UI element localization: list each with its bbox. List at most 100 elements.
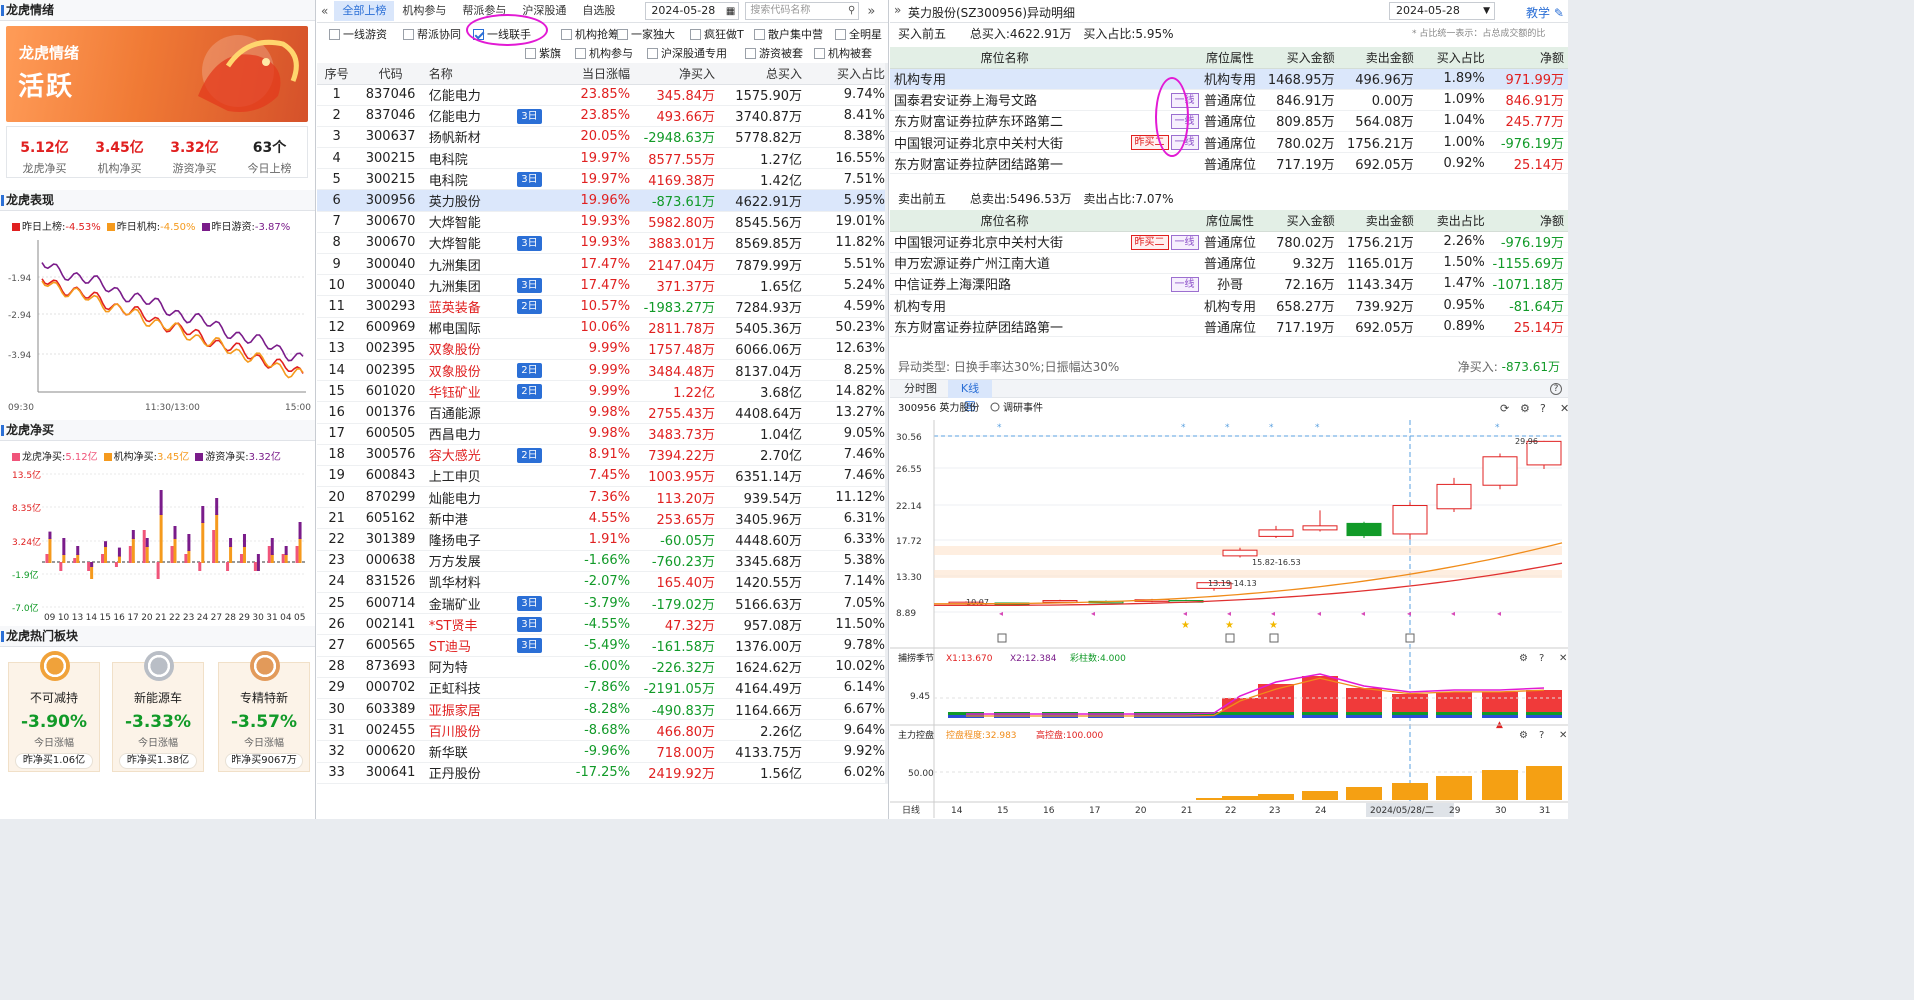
date-picker[interactable]: 2024-05-28 ▦ <box>645 2 740 20</box>
table-row[interactable]: 16 001376 百通能源 9.98% 2755.43万 4408.64万 13.27% <box>317 401 888 424</box>
expand-right-icon[interactable]: » <box>867 4 875 19</box>
table-row[interactable]: 2 837046 亿能电力 3日 23.85% 493.66万 3740.87万 8.41% <box>317 105 888 127</box>
checkbox-box[interactable] <box>525 47 536 59</box>
checkbox-box[interactable] <box>745 47 756 59</box>
filter-checkbox[interactable]: 沪深股通专用 <box>647 45 727 61</box>
expand-icon[interactable]: » <box>894 3 901 17</box>
filter-checkbox[interactable]: 帮派协同 <box>403 26 461 42</box>
filter-checkbox[interactable]: 机构参与 <box>575 45 633 61</box>
seat-row[interactable]: 国泰君安证券上海号文路 一线 普通席位 846.91万 0.00万 1.09% 846.91… <box>890 89 1568 111</box>
seat-row[interactable]: 中国银河证券北京中关村大街 昨买二 一线 普通席位 780.02万 1756.21万 2.2… <box>890 231 1568 253</box>
checkbox-box[interactable] <box>835 28 846 40</box>
osc-gear-icon[interactable]: ⚙ <box>1519 653 1528 664</box>
column-header[interactable]: 代码 <box>356 63 425 85</box>
checkbox-box[interactable] <box>329 28 340 40</box>
ctrl-close-icon[interactable]: ✕ <box>1559 730 1567 741</box>
table-row[interactable]: 8 300670 大烨智能 3日 19.93% 3883.01万 8569.85万 11.82… <box>317 232 888 255</box>
filter-checkbox[interactable]: 机构被套 <box>814 45 872 61</box>
checkbox-box[interactable] <box>403 28 414 40</box>
filter-checkbox[interactable]: 一家独大 <box>617 26 675 42</box>
table-row[interactable]: 4 300215 电科院 19.97% 8577.55万 1.27亿 16.55% <box>317 147 888 170</box>
ctrl-gear-icon[interactable]: ⚙ <box>1519 730 1528 741</box>
table-row[interactable]: 24 831526 凯华材料 -2.07% 165.40万 1420.55万 7.14% <box>317 571 888 594</box>
filter-checkbox[interactable]: 一线游资 <box>329 26 387 42</box>
table-row[interactable]: 11 300293 蓝英装备 2日 10.57% -1983.27万 7284.93万 4.5… <box>317 295 888 318</box>
filter-checkbox[interactable]: 全明星 <box>835 26 882 42</box>
ctrl-help-icon[interactable]: ? <box>1539 730 1544 741</box>
column-header[interactable]: 席位名称 <box>890 47 1120 69</box>
filter-checkbox[interactable]: 散户集中营 <box>754 26 823 42</box>
help-icon[interactable]: ? <box>1550 383 1562 395</box>
event-toggle-icon[interactable] <box>990 402 1000 412</box>
column-header[interactable] <box>1119 210 1199 232</box>
column-header[interactable]: 序号 <box>317 63 357 85</box>
table-row[interactable]: 5 300215 电科院 3日 19.97% 4169.38万 1.42亿 7.51% <box>317 168 888 191</box>
column-header[interactable]: 席位名称 <box>890 210 1120 232</box>
seat-row[interactable]: 机构专用 机构专用 658.27万 739.92万 0.95% -81.64万 <box>890 294 1568 317</box>
help-icon[interactable]: ? <box>1540 402 1546 415</box>
column-header[interactable]: 买入金额 <box>1261 210 1339 232</box>
checkbox-box[interactable] <box>575 47 586 59</box>
gear-icon[interactable]: ⚙ <box>1520 402 1530 415</box>
table-row[interactable]: 7 300670 大烨智能 19.93% 5982.80万 8545.56万 19.01% <box>317 211 888 233</box>
checkbox-box[interactable] <box>690 28 701 40</box>
table-scrollbar[interactable] <box>885 63 888 783</box>
tab-timeshare[interactable]: 分时图 <box>896 380 945 398</box>
osc-close-icon[interactable]: ✕ <box>1559 653 1567 664</box>
filter-checkbox[interactable]: 游资被套 <box>745 45 803 61</box>
column-header[interactable]: 名称 <box>424 63 508 85</box>
table-row[interactable]: 1 837046 亿能电力 23.85% 345.84万 1575.90万 9.74% <box>317 84 888 106</box>
checkbox-box[interactable] <box>617 28 628 40</box>
column-header[interactable]: 净额 <box>1488 47 1568 69</box>
filter-checkbox[interactable]: 紫旗 <box>525 45 561 61</box>
table-row[interactable]: 14 002395 双象股份 2日 9.99% 3484.48万 8137.04万 8.25% <box>317 359 888 382</box>
seat-row[interactable]: 东方财富证券拉萨东环路第二 一线 普通席位 809.85万 564.08万 1.04% 24… <box>890 110 1568 133</box>
table-row[interactable]: 22 301389 隆扬电子 1.91% -60.05万 4448.60万 6.33% <box>317 528 888 551</box>
hot-sector-card[interactable]: 专精特新 -3.57% 今日涨幅 昨净买9067万 <box>218 651 310 772</box>
table-row[interactable]: 21 605162 新中港 4.55% 253.65万 3405.96万 6.31% <box>317 507 888 530</box>
column-header[interactable]: 买入占比 <box>806 63 888 85</box>
column-header[interactable]: 买入占比 <box>1417 47 1489 69</box>
column-header[interactable]: 净额 <box>1488 210 1568 232</box>
table-row[interactable]: 17 600505 西昌电力 9.98% 3483.73万 1.04亿 9.05% <box>317 423 888 445</box>
seat-row[interactable]: 中国银河证券北京中关村大街 昨买二 一线 普通席位 780.02万 1756.21万 1.0… <box>890 131 1568 154</box>
column-header[interactable] <box>1119 47 1199 69</box>
table-row[interactable]: 28 873693 阿为特 -6.00% -226.32万 1624.62万 10.02% <box>317 656 888 678</box>
table-row[interactable]: 19 600843 上工申贝 7.45% 1003.95万 6351.14万 7.46% <box>317 465 888 488</box>
seat-row[interactable]: 申万宏源证券广州江南大道 普通席位 9.32万 1165.01万 1.50% -1155.… <box>890 252 1568 274</box>
seat-row[interactable]: 东方财富证券拉萨团结路第一 普通席位 717.19万 692.05万 0.89% 25.1… <box>890 315 1568 338</box>
refresh-icon[interactable]: ⟳ <box>1500 402 1509 415</box>
table-row[interactable]: 32 000620 新华联 -9.96% 718.00万 4133.75万 9.92% <box>317 740 888 763</box>
column-header[interactable]: 净买入 <box>634 63 720 85</box>
tab-0[interactable]: 全部上榜 <box>334 1 395 21</box>
table-row[interactable]: 33 300641 正丹股份 -17.25% 2419.92万 1.56亿 6.02% <box>317 762 888 784</box>
table-row[interactable]: 23 000638 万方发展 -1.66% -760.23万 3345.68万 5.38% <box>317 550 888 572</box>
table-row[interactable]: 12 600969 郴电国际 10.06% 2811.78万 5405.36万 50.23% <box>317 317 888 339</box>
table-row[interactable]: 30 603389 亚振家居 -8.28% -490.83万 1164.66万 6.67% <box>317 698 888 721</box>
column-header[interactable]: 买入金额 <box>1261 47 1339 69</box>
close-icon[interactable]: ✕ <box>1560 402 1568 415</box>
tab-kline[interactable]: K线图 <box>948 380 992 413</box>
hot-sector-card[interactable]: 不可减持 -3.90% 今日涨幅 昨净买1.06亿 <box>8 651 100 772</box>
filter-checkbox[interactable]: 疯狂做T <box>690 26 744 42</box>
table-row[interactable]: 29 000702 正虹科技 -7.86% -2191.05万 4164.49万 6.14% <box>317 677 888 699</box>
table-row[interactable]: 31 002455 百川股份 -8.68% 466.80万 2.26亿 9.64% <box>317 719 888 742</box>
collapse-left-icon[interactable]: « <box>321 4 328 18</box>
table-row[interactable]: 25 600714 金瑞矿业 3日 -3.79% -179.02万 5166.63万 7.05… <box>317 592 888 615</box>
checkbox-box[interactable] <box>814 47 825 59</box>
table-row[interactable]: 20 870299 灿能电力 7.36% 113.20万 939.54万 11.12% <box>317 486 888 509</box>
search-input[interactable]: 搜索代码名称 ⚲ <box>745 2 860 20</box>
seat-row[interactable]: 东方财富证券拉萨团结路第一 普通席位 717.19万 692.05万 0.92% 25.1… <box>890 152 1568 175</box>
osc-help-icon[interactable]: ? <box>1539 653 1544 664</box>
table-row[interactable]: 9 300040 九洲集团 17.47% 2147.04万 7879.99万 5.51% <box>317 253 888 276</box>
column-header[interactable]: 席位属性 <box>1198 47 1262 69</box>
column-header[interactable]: 卖出金额 <box>1338 210 1418 232</box>
tab-1[interactable]: 机构参与 <box>394 1 454 21</box>
column-header[interactable]: 卖出金额 <box>1338 47 1418 69</box>
table-row[interactable]: 27 600565 ST迪马 3日 -5.49% -161.58万 1376.00万 9.78… <box>317 634 888 657</box>
filter-checkbox[interactable]: 机构抢筹 <box>561 26 619 42</box>
table-row[interactable]: 13 002395 双象股份 9.99% 1757.48万 6066.06万 12.63% <box>317 338 888 360</box>
column-header[interactable] <box>507 63 552 85</box>
date-select[interactable]: 2024-05-28 ▼ <box>1389 2 1495 20</box>
tab-4[interactable]: 自选股 <box>574 1 623 21</box>
